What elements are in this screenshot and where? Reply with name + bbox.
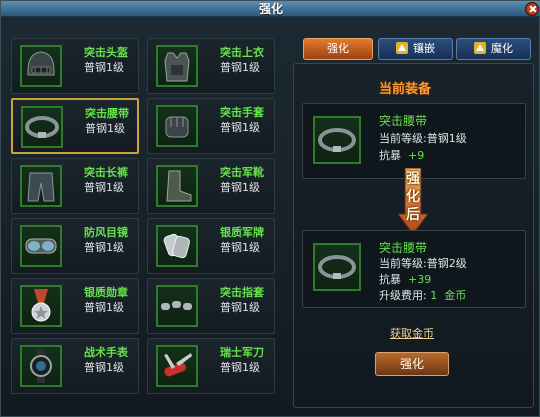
equipment-slot-goggles[interactable]: 防风目镜 普钢1级 xyxy=(11,218,139,274)
current-item-name: 突击腰带 xyxy=(379,114,428,128)
finger-guards-icon xyxy=(156,285,198,327)
arrow-char: 强 xyxy=(406,171,420,187)
cost-label: 升级费用: xyxy=(379,289,427,302)
equipment-name: 突击腰带 xyxy=(85,107,129,120)
tab-inlay[interactable]: 镶嵌 xyxy=(378,38,453,60)
close-button[interactable] xyxy=(525,2,539,16)
equipment-name: 战术手表 xyxy=(84,346,128,359)
arrow-char: 后 xyxy=(406,207,420,223)
equipment-level: 普钢1级 xyxy=(220,181,260,194)
stat-value: +9 xyxy=(408,149,425,162)
strengthen-window: 强化 突击头盔 普钢1级 突击上衣 普钢1级 突击腰带 普钢1级 突击手套 普钢… xyxy=(0,0,540,417)
belt-icon xyxy=(21,106,63,148)
stat-label: 抗暴 xyxy=(379,273,401,286)
upgrade-cost-line: 升级费用: 1 金币 xyxy=(379,287,466,303)
upgraded-equipment-box: 突击腰带 当前等级:普钢2级 抗暴 +39 升级费用: 1 金币 xyxy=(302,230,526,308)
window-title: 强化 xyxy=(258,2,283,16)
equipment-level: 普钢1级 xyxy=(220,241,260,254)
pants-icon xyxy=(20,165,62,207)
equipment-level: 普钢1级 xyxy=(85,122,125,135)
up-arrow-icon xyxy=(396,42,408,54)
equipment-level: 普钢1级 xyxy=(84,241,124,254)
tab-enchant[interactable]: 魔化 xyxy=(456,38,531,60)
tab-label: 魔化 xyxy=(491,42,513,55)
equipment-level: 普钢1级 xyxy=(220,361,260,374)
equipment-slot-watch[interactable]: 战术手表 普钢1级 xyxy=(11,338,139,394)
equipment-slot-boots[interactable]: 突击军靴 普钢1级 xyxy=(147,158,275,214)
level-label: 当前等级: xyxy=(379,257,427,270)
equipment-name: 防风目镜 xyxy=(84,226,128,239)
level-label: 当前等级: xyxy=(379,132,427,145)
goggles-icon xyxy=(20,225,62,267)
equipment-level: 普钢1级 xyxy=(84,301,124,314)
armor-vest-icon xyxy=(156,45,198,87)
upgraded-level-line: 当前等级:普钢2级 xyxy=(379,255,467,271)
strengthen-detail-panel: 当前装备 突击腰带 当前等级:普钢1级 抗暴 +9 强 化 后 突击腰带 当前等… xyxy=(293,63,534,408)
arrow-char: 化 xyxy=(406,189,420,205)
equipment-name: 银质勋章 xyxy=(84,286,128,299)
title-bar: 强化 xyxy=(1,1,540,17)
equipment-name: 银质军牌 xyxy=(220,226,264,239)
equipment-slot-medal[interactable]: 银质勋章 普钢1级 xyxy=(11,278,139,334)
equipment-name: 突击上衣 xyxy=(220,46,264,59)
equipment-slot-belt[interactable]: 突击腰带 普钢1级 xyxy=(11,98,139,154)
medal-icon xyxy=(20,285,62,327)
stat-value: +39 xyxy=(408,273,432,286)
swiss-knife-icon xyxy=(156,345,198,387)
equipment-level: 普钢1级 xyxy=(220,121,260,134)
equipment-level: 普钢1级 xyxy=(220,61,260,74)
equipment-slot-gloves[interactable]: 突击手套 普钢1级 xyxy=(147,98,275,154)
stat-label: 抗暴 xyxy=(379,149,401,162)
equipment-level: 普钢1级 xyxy=(84,61,124,74)
equipment-slot-pants[interactable]: 突击长裤 普钢1级 xyxy=(11,158,139,214)
dog-tags-icon xyxy=(156,225,198,267)
tab-label: 镶嵌 xyxy=(413,42,435,55)
equipment-name: 瑞士军刀 xyxy=(220,346,264,359)
belt-icon xyxy=(313,116,361,164)
equipment-grid: 突击头盔 普钢1级 突击上衣 普钢1级 突击腰带 普钢1级 突击手套 普钢1级 xyxy=(11,38,281,408)
equipment-slot-helmet[interactable]: 突击头盔 普钢1级 xyxy=(11,38,139,94)
equipment-slot-vest[interactable]: 突击上衣 普钢1级 xyxy=(147,38,275,94)
get-gold-link[interactable]: 获取金币 xyxy=(390,325,434,341)
current-stat-line: 抗暴 +9 xyxy=(379,147,424,163)
equipment-slot-finger-guards[interactable]: 突击指套 普钢1级 xyxy=(147,278,275,334)
helmet-icon xyxy=(20,45,62,87)
cost-unit: 金币 xyxy=(444,289,467,302)
boots-icon xyxy=(156,165,198,207)
cost-value: 1 xyxy=(430,289,438,302)
after-strengthen-label: 强 化 后 xyxy=(405,170,421,224)
equipment-name: 突击军靴 xyxy=(220,166,264,179)
level-value: 普钢2级 xyxy=(426,257,467,270)
upgraded-stat-line: 抗暴 +39 xyxy=(379,271,431,287)
belt-icon xyxy=(313,243,361,291)
equipment-name: 突击长裤 xyxy=(84,166,128,179)
strengthen-button[interactable]: 强化 xyxy=(375,352,449,376)
equipment-name: 突击手套 xyxy=(220,106,264,119)
up-arrow-icon xyxy=(474,42,486,54)
current-level-line: 当前等级:普钢1级 xyxy=(379,130,467,146)
equipment-name: 突击指套 xyxy=(220,286,264,299)
equipment-slot-dog-tags[interactable]: 银质军牌 普钢1级 xyxy=(147,218,275,274)
gloves-icon xyxy=(156,105,198,147)
upgraded-item-name: 突击腰带 xyxy=(379,241,428,255)
tab-strengthen[interactable]: 强化 xyxy=(303,38,373,60)
equipment-level: 普钢1级 xyxy=(84,361,124,374)
level-value: 普钢1级 xyxy=(426,132,467,145)
tab-label: 强化 xyxy=(327,42,349,55)
equipment-level: 普钢1级 xyxy=(84,181,124,194)
equipment-level: 普钢1级 xyxy=(220,301,260,314)
watch-icon xyxy=(20,345,62,387)
equipment-name: 突击头盔 xyxy=(84,46,128,59)
current-equipment-header: 当前装备 xyxy=(379,82,432,97)
equipment-slot-swiss-knife[interactable]: 瑞士军刀 普钢1级 xyxy=(147,338,275,394)
